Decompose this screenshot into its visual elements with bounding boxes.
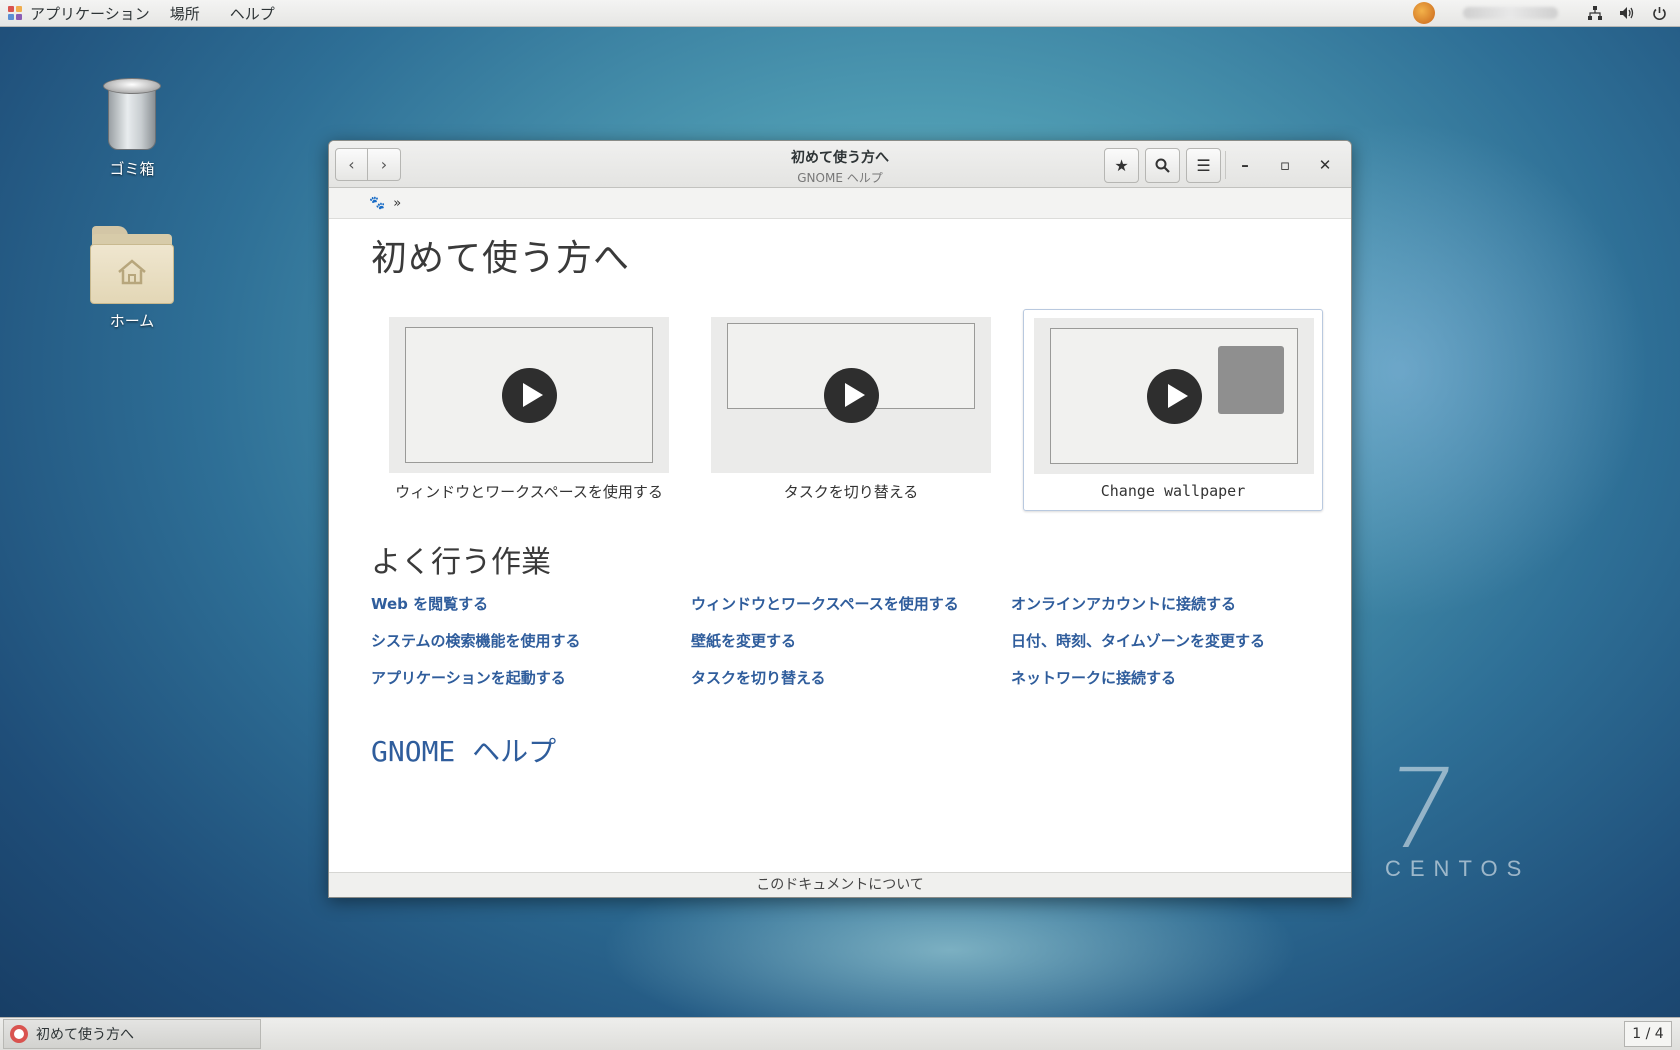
maximize-button[interactable]: ▫	[1267, 148, 1303, 181]
common-task-links: Web を閲覧する ウィンドウとワークスペースを使用する オンラインアカウントに…	[371, 595, 1351, 688]
user-name-blurred[interactable]	[1463, 7, 1558, 19]
link-windows-workspaces[interactable]: ウィンドウとワークスペースを使用する	[691, 595, 1011, 614]
link-browse-web[interactable]: Web を閲覧する	[371, 595, 691, 614]
user-avatar[interactable]	[1413, 2, 1435, 24]
video-card-label: タスクを切り替える	[783, 483, 919, 501]
bottom-panel: 初めて使う方へ 1 / 4	[0, 1017, 1680, 1050]
video-thumbnail	[711, 317, 991, 473]
page-title: 初めて使う方へ	[371, 238, 631, 279]
help-lifebuoy-icon	[10, 1025, 28, 1043]
help-window: ‹ › 初めて使う方へ GNOME ヘルプ ★ ☰ – ▫ ✕ 🐾 » 初めて使…	[328, 140, 1352, 898]
desktop-home[interactable]: ホーム	[72, 222, 192, 331]
video-card-label: Change wallpaper	[1100, 482, 1246, 500]
video-cards: ウィンドウとワークスペースを使用する タスクを切り替える Change wall…	[379, 309, 1351, 511]
header-bar: ‹ › 初めて使う方へ GNOME ヘルプ ★ ☰ – ▫ ✕	[329, 141, 1351, 188]
gnome-foot-icon[interactable]: 🐾	[369, 196, 385, 211]
menu-places[interactable]: 場所	[162, 3, 208, 24]
search-icon	[1155, 158, 1170, 173]
bookmark-button[interactable]: ★	[1104, 148, 1139, 183]
header-separator	[1225, 151, 1226, 179]
taskbar-window-button[interactable]: 初めて使う方へ	[3, 1019, 261, 1049]
close-icon: ✕	[1318, 155, 1332, 174]
applications-menu[interactable]: アプリケーション	[0, 0, 162, 26]
link-launch-apps[interactable]: アプリケーションを起動する	[371, 669, 691, 688]
link-online-accounts[interactable]: オンラインアカウントに接続する	[1011, 595, 1331, 614]
link-switch-tasks[interactable]: タスクを切り替える	[691, 669, 1011, 688]
about-document-link[interactable]: このドキュメントについて	[329, 872, 1351, 897]
play-icon[interactable]	[502, 368, 557, 423]
link-date-time[interactable]: 日付、時刻、タイムゾーンを変更する	[1011, 632, 1331, 651]
gnome-help-link[interactable]: GNOME ヘルプ	[371, 730, 1351, 770]
taskbar-window-label: 初めて使う方へ	[36, 1027, 134, 1043]
desktop-home-label: ホーム	[109, 312, 155, 330]
video-card[interactable]: Change wallpaper	[1023, 309, 1323, 511]
desktop-trash[interactable]: ゴミ箱	[72, 78, 192, 179]
minimize-icon: –	[1241, 155, 1249, 174]
play-icon[interactable]	[824, 368, 879, 423]
breadcrumb-separator: »	[393, 195, 402, 211]
video-card[interactable]: ウィンドウとワークスペースを使用する	[379, 309, 679, 511]
volume-icon[interactable]	[1618, 4, 1636, 22]
common-tasks-heading: よく行う作業	[371, 545, 551, 580]
video-thumbnail	[389, 317, 669, 473]
hamburger-icon: ☰	[1196, 156, 1211, 175]
play-icon[interactable]	[1147, 369, 1202, 424]
menu-help[interactable]: ヘルプ	[222, 3, 283, 24]
top-panel: アプリケーション 場所 ヘルプ	[0, 0, 1680, 27]
desktop-trash-label: ゴミ箱	[109, 160, 155, 178]
minimize-button[interactable]: –	[1227, 148, 1263, 181]
network-icon[interactable]	[1586, 4, 1604, 22]
video-thumbnail	[1034, 318, 1314, 474]
star-icon: ★	[1114, 156, 1129, 175]
workspace-switcher[interactable]: 1 / 4	[1624, 1021, 1672, 1047]
home-folder-icon	[90, 222, 174, 304]
apps-logo-icon	[6, 4, 24, 22]
video-card[interactable]: タスクを切り替える	[701, 309, 1001, 511]
centos-version-mark: 7	[1376, 745, 1464, 873]
video-card-label: ウィンドウとワークスペースを使用する	[395, 483, 663, 501]
power-icon[interactable]	[1650, 4, 1668, 22]
breadcrumb: 🐾 »	[329, 188, 1351, 219]
menu-button[interactable]: ☰	[1186, 148, 1221, 183]
menu-applications[interactable]: アプリケーション	[30, 3, 150, 24]
close-button[interactable]: ✕	[1307, 148, 1343, 181]
centos-wordmark: CENTOS	[1385, 856, 1531, 881]
link-wallpaper[interactable]: 壁紙を変更する	[691, 632, 1011, 651]
link-search[interactable]: システムの検索機能を使用する	[371, 632, 691, 651]
help-content: 初めて使う方へ ウィンドウとワークスペースを使用する タスクを切り替える Cha…	[329, 219, 1351, 867]
link-network[interactable]: ネットワークに接続する	[1011, 669, 1331, 688]
maximize-icon: ▫	[1279, 155, 1291, 174]
trash-icon	[103, 78, 161, 152]
search-button[interactable]	[1145, 148, 1180, 183]
